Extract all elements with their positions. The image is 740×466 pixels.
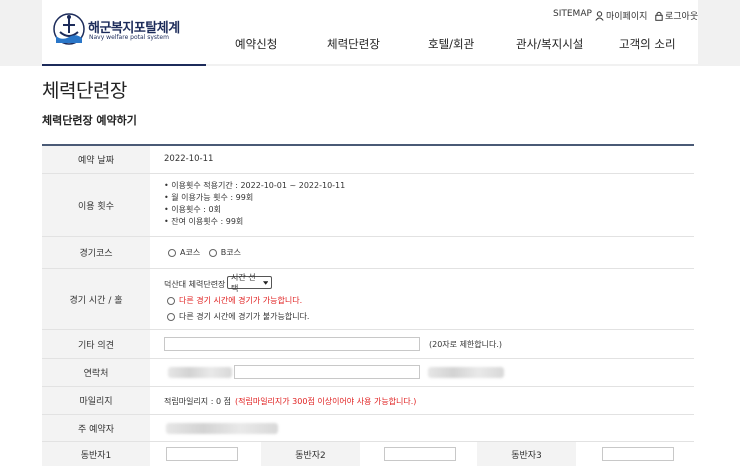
nav-reservation[interactable]: 예약신청: [235, 36, 277, 52]
companion-2-input[interactable]: [384, 447, 456, 461]
row-other-opinion: 기타 의견 (20자로 제한합니다.): [42, 330, 694, 359]
label-mileage: 마일리지: [42, 387, 150, 414]
contact-extra-redacted: [428, 367, 504, 378]
label-companion-1: 동반자1: [42, 442, 150, 466]
row-course: 경기코스 A코스 B코스: [42, 237, 694, 269]
label-main-booker: 주 예약자: [42, 415, 150, 441]
usage-count-info: • 이용횟수 적용기간 : 2022-10-01 ~ 2022-10-11 • …: [164, 180, 345, 228]
option-impossible-radio[interactable]: [167, 312, 175, 321]
logout-link[interactable]: 로그아웃: [655, 9, 698, 22]
label-usage-count: 이용 횟수: [42, 174, 150, 236]
facility-name: 덕산대 체력단련장: [164, 280, 226, 289]
section-title: 체력단련장 예약하기: [42, 114, 137, 127]
row-mileage: 마일리지 적립마일리지 : 0 점 (적립마일리지가 300점 이상이어야 사용…: [42, 387, 694, 415]
navy-logo-icon[interactable]: [52, 12, 86, 46]
label-companion-3: 동반자3: [477, 442, 576, 466]
contact-prefix-redacted: [168, 367, 232, 378]
reservation-date-value: 2022-10-11: [164, 154, 214, 164]
usage-count: • 이용횟수 : 0회: [164, 205, 221, 214]
option-impossible[interactable]: 다른 경기 시간에 경기가 불가능합니다.: [167, 311, 309, 322]
row-contact: 연락처: [42, 359, 694, 387]
time-select[interactable]: 시간 선택: [227, 273, 272, 293]
label-contact: 연락처: [42, 359, 150, 386]
label-companion-2: 동반자2: [261, 442, 360, 466]
mileage-note: (적립마일리지가 300점 이상이어야 사용 가능합니다.): [235, 397, 417, 406]
logo-subtitle: Navy welfare potal system: [89, 34, 169, 41]
main-booker-redacted: [166, 423, 278, 434]
nav-housing-welfare[interactable]: 관사/복지시설: [516, 36, 583, 52]
row-usage-count: 이용 횟수 • 이용횟수 적용기간 : 2022-10-01 ~ 2022-10…: [42, 174, 694, 237]
usage-remaining: • 잔여 이용횟수 : 99회: [164, 217, 244, 226]
row-game-time: 경기 시간 / 홀 덕산대 체력단련장 시간 선택 다른 경기 시간에 경기가 …: [42, 269, 694, 330]
lock-icon: [655, 11, 663, 21]
opinion-input[interactable]: [164, 337, 420, 351]
contact-input[interactable]: [234, 365, 420, 379]
chevron-down-icon: [262, 280, 268, 285]
opinion-limit-note: (20자로 제한합니다.): [429, 340, 503, 349]
option-possible[interactable]: 다른 경기 시간에 경기가 가능합니다.: [167, 295, 302, 306]
person-icon: [595, 10, 604, 21]
course-b-radio[interactable]: [208, 248, 217, 257]
nav-active-underline: [42, 64, 206, 66]
course-options: A코스 B코스: [168, 247, 241, 258]
usage-monthly-limit: • 월 이용가능 횟수 : 99회: [164, 193, 254, 202]
mileage-value: 적립마일리지 : 0 점: [164, 397, 231, 406]
nav-hotel[interactable]: 호텔/회관: [428, 36, 474, 52]
label-course: 경기코스: [42, 237, 150, 268]
label-game-time: 경기 시간 / 홀: [42, 269, 150, 329]
companion-3-input[interactable]: [602, 447, 674, 461]
course-b-option[interactable]: B코스: [208, 248, 241, 257]
usage-period: • 이용횟수 적용기간 : 2022-10-01 ~ 2022-10-11: [164, 181, 346, 190]
sitemap-link[interactable]: SITEMAP: [553, 9, 592, 19]
row-reservation-date: 예약 날짜 2022-10-11: [42, 146, 694, 174]
reservation-form: 예약 날짜 2022-10-11 이용 횟수 • 이용횟수 적용기간 : 202…: [42, 144, 694, 466]
mypage-link[interactable]: 마이페이지: [595, 9, 647, 22]
page-title: 체력단련장: [42, 80, 127, 102]
row-companions: 동반자1 동반자2 동반자3: [42, 442, 694, 466]
companion-1-input[interactable]: [166, 447, 238, 461]
site-header: 해군복지포탈체계 Navy welfare potal system SITEM…: [42, 0, 698, 64]
label-reservation-date: 예약 날짜: [42, 146, 150, 173]
course-a-radio[interactable]: [168, 248, 176, 257]
nav-fitness-center[interactable]: 체력단련장: [327, 36, 380, 52]
course-a-option[interactable]: A코스: [168, 248, 200, 257]
row-main-booker: 주 예약자: [42, 415, 694, 442]
option-possible-radio[interactable]: [167, 296, 175, 305]
label-other-opinion: 기타 의견: [42, 330, 150, 358]
nav-customer-voice[interactable]: 고객의 소리: [619, 36, 676, 52]
